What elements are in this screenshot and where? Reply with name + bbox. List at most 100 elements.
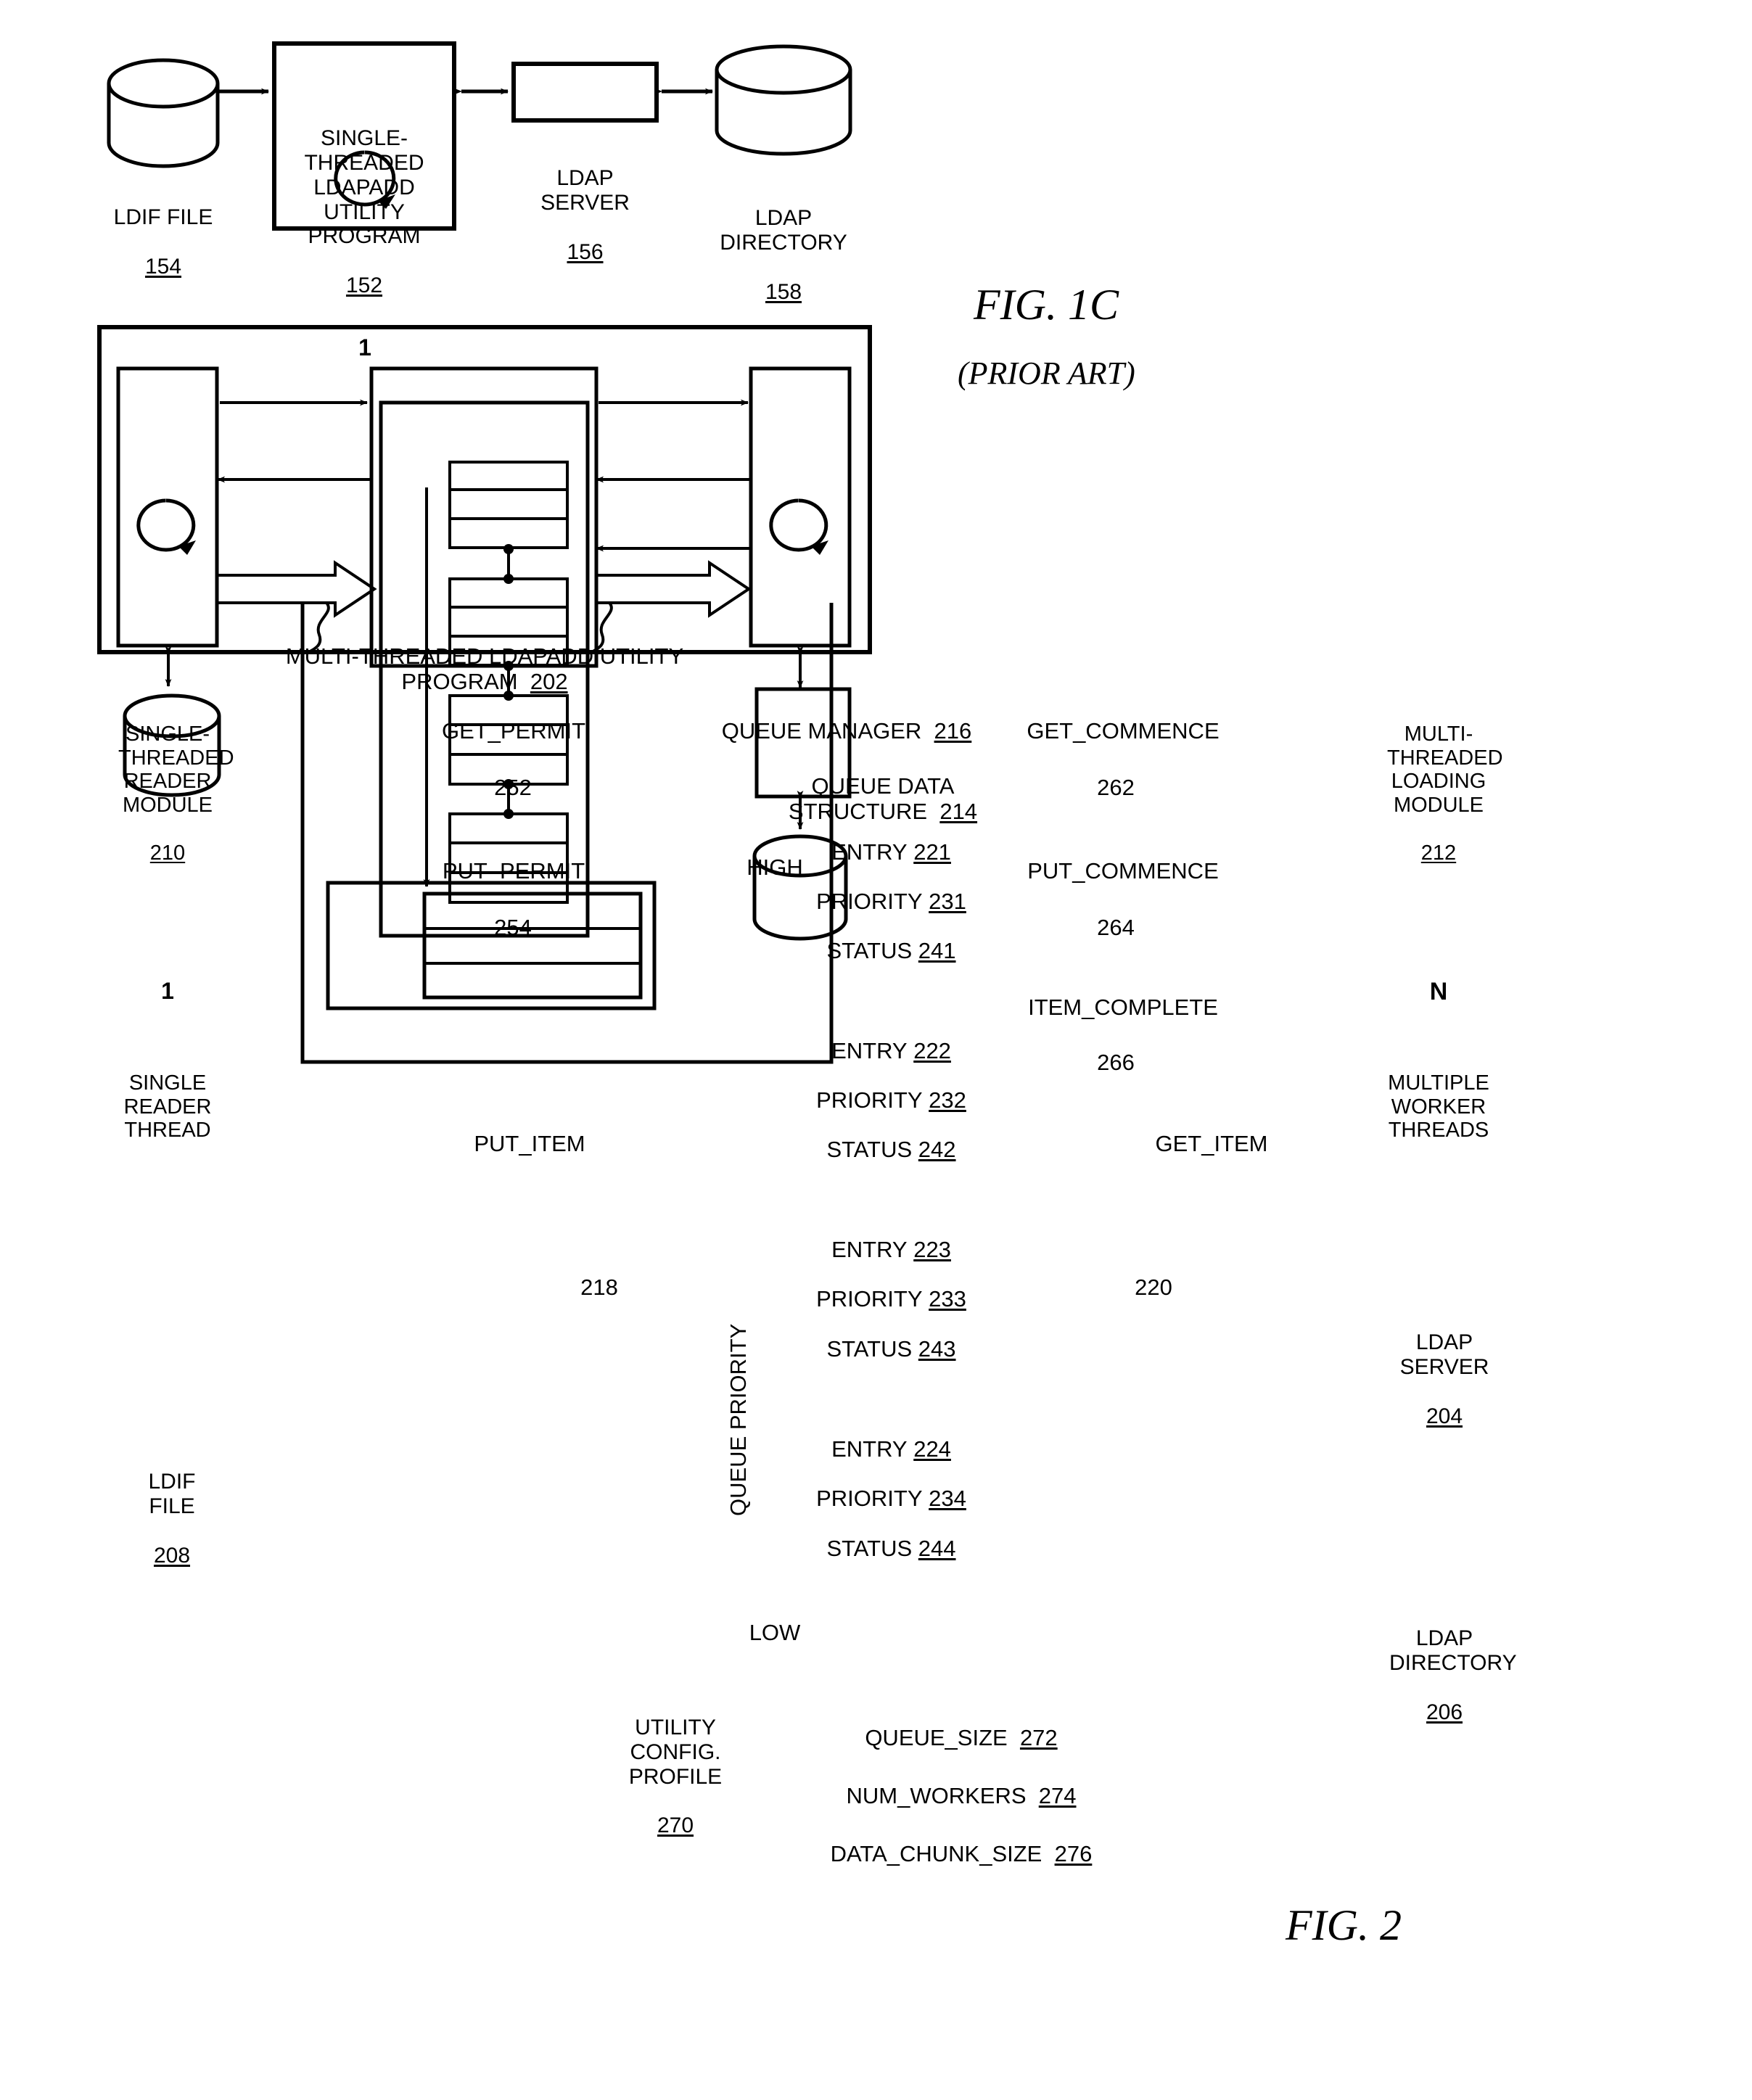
entry-ref: 223 bbox=[913, 1237, 951, 1263]
ldap-server-ref: 204 bbox=[1426, 1404, 1463, 1428]
fig2-signal-get-item-ref: 220 bbox=[1110, 1249, 1197, 1300]
fig2-config-param-queue-size: QUEUE_SIZE 272 bbox=[765, 1700, 1157, 1750]
ldap-directory-ref: 206 bbox=[1426, 1700, 1463, 1724]
fig1c-ldap-server-label: LDAP SERVER 156 bbox=[514, 141, 657, 264]
fig2-queue-entry-4-status: STATUS 244 bbox=[788, 1510, 995, 1561]
item-complete-ref-text: 266 bbox=[1097, 1050, 1135, 1076]
priority-low-text: LOW bbox=[749, 1620, 801, 1646]
entry-label: ENTRY bbox=[831, 1038, 908, 1064]
put-permit-ref-text: 254 bbox=[494, 915, 532, 941]
fig2-caption-text: FIG. 2 bbox=[1286, 1901, 1402, 1949]
fig2-worker-thread-label: MULTIPLE WORKER THREADS bbox=[1387, 1047, 1490, 1142]
fig2-signal-put-item: PUT_ITEM bbox=[421, 1105, 638, 1156]
status-label: STATUS bbox=[826, 1536, 913, 1562]
fig2-signal-item-complete-ref: 266 bbox=[1050, 1024, 1181, 1075]
fig1c-ldif-file-label: LDIF FILE 154 bbox=[109, 181, 218, 279]
queue-manager-text: QUEUE MANAGER bbox=[721, 718, 922, 744]
fig2-ldap-directory-label: LDAP DIRECTORY 206 bbox=[1389, 1602, 1517, 1724]
fig1c-thread-count: 1 bbox=[336, 308, 394, 361]
status-ref: 242 bbox=[918, 1137, 956, 1163]
fig2-queue-entry-3-priority: PRIORITY 233 bbox=[788, 1261, 995, 1312]
fig2-priority-low-label: LOW bbox=[730, 1594, 820, 1645]
status-ref: 243 bbox=[918, 1336, 956, 1362]
fig2-program-title: MULTI-THREADED LDAPADD UTILITY PROGRAM 2… bbox=[244, 618, 725, 694]
fig2-reader-module-label: SINGLE- THREADED READER MODULE 210 bbox=[118, 699, 234, 865]
num-workers-text: NUM_WORKERS bbox=[846, 1783, 1027, 1809]
ldap-server-text: LDAP SERVER bbox=[540, 165, 630, 215]
fig2-config-param-data-chunk-size: DATA_CHUNK_SIZE 276 bbox=[765, 1816, 1157, 1866]
ldap-server-text: LDAP SERVER bbox=[1399, 1330, 1489, 1379]
fig2-queue-data-structure-label: QUEUE DATA STRUCTURE 214 bbox=[720, 748, 1046, 824]
ldap-server-ref: 156 bbox=[567, 239, 604, 264]
status-label: STATUS bbox=[826, 1137, 913, 1163]
worker-thread-count-text: N bbox=[1429, 978, 1448, 1006]
fig1c-ldap-directory-cylinder bbox=[715, 44, 852, 156]
fig2-queue-entry-4-entry: ENTRY 224 bbox=[788, 1411, 995, 1462]
fig1c-subcaption: (PRIOR ART) bbox=[958, 355, 1135, 392]
fig2-caption: FIG. 2 bbox=[1286, 1901, 1402, 1951]
queue-size-text: QUEUE_SIZE bbox=[865, 1725, 1008, 1751]
reader-module-ref: 210 bbox=[149, 841, 186, 865]
fig2-queue-entry-1-status: STATUS 241 bbox=[788, 913, 995, 963]
status-label: STATUS bbox=[826, 938, 913, 964]
entry-label: ENTRY bbox=[831, 1436, 908, 1462]
get-permit-text: GET_PERMIT bbox=[441, 718, 586, 744]
fig2-signal-get-commence-ref: 262 bbox=[1050, 749, 1181, 800]
fig1c-ldap-directory-label: LDAP DIRECTORY 158 bbox=[717, 181, 850, 304]
fig2-queue-manager-label: QUEUE MANAGER 216 bbox=[698, 693, 995, 744]
entry-ref: 224 bbox=[913, 1436, 951, 1462]
fig1c-caption: FIG. 1C bbox=[974, 280, 1119, 330]
entry-ref: 221 bbox=[913, 839, 951, 865]
fig2-queue-entry-2-priority: PRIORITY 232 bbox=[788, 1062, 995, 1113]
fig2-queue-entry-4-priority: PRIORITY 234 bbox=[788, 1460, 995, 1511]
fig2-signal-put-item-ref: 218 bbox=[556, 1249, 643, 1300]
fig2-queue-entry-3-entry: ENTRY 223 bbox=[788, 1211, 995, 1262]
fig2-signal-get-item: GET_ITEM bbox=[1103, 1105, 1320, 1156]
priority-axis-text: QUEUE PRIORITY bbox=[725, 1323, 751, 1516]
ldap-directory-ref: 158 bbox=[765, 279, 802, 304]
fig2-signal-get-permit: GET_PERMIT bbox=[408, 693, 619, 744]
priority-ref: 234 bbox=[929, 1486, 966, 1512]
fig2-title-ref: 202 bbox=[530, 669, 568, 695]
data-chunk-size-ref: 276 bbox=[1054, 1841, 1093, 1867]
ldap-directory-text: LDAP DIRECTORY bbox=[1389, 1626, 1517, 1675]
priority-label: PRIORITY bbox=[816, 1286, 923, 1312]
fig1c-ldif-file-cylinder bbox=[107, 58, 220, 168]
priority-label: PRIORITY bbox=[816, 889, 923, 915]
utility-program-ref: 152 bbox=[345, 273, 383, 298]
fig2-queue-entry-1-priority: PRIORITY 231 bbox=[788, 863, 995, 914]
priority-ref: 231 bbox=[929, 889, 966, 915]
fig2-reader-thread-count: 1 bbox=[139, 952, 197, 1004]
config-profile-ref: 270 bbox=[657, 1813, 694, 1838]
config-profile-text: UTILITY CONFIG. PROFILE bbox=[628, 1715, 723, 1789]
get-permit-ref-text: 252 bbox=[494, 775, 532, 801]
fig2-worker-thread-loop bbox=[769, 498, 828, 555]
get-commence-ref-text: 262 bbox=[1097, 775, 1135, 801]
reader-thread-count-text: 1 bbox=[161, 978, 174, 1005]
queue-manager-ref: 216 bbox=[934, 718, 972, 744]
fig1c-subcaption-text: (PRIOR ART) bbox=[958, 355, 1135, 391]
fig2-queue-entry-3-status: STATUS 243 bbox=[788, 1311, 995, 1362]
data-chunk-size-text: DATA_CHUNK_SIZE bbox=[830, 1841, 1042, 1867]
fig2-signal-put-permit: PUT_PERMIT bbox=[408, 833, 619, 884]
fig1c-utility-program-label: SINGLE-THREADED LDAPADD UTILITY PROGRAM … bbox=[274, 102, 454, 298]
ldif-file-text: LDIF FILE bbox=[113, 205, 213, 229]
worker-thread-text: MULTIPLE WORKER THREADS bbox=[1388, 1071, 1489, 1142]
get-item-ref-text: 220 bbox=[1135, 1275, 1172, 1301]
entry-label: ENTRY bbox=[831, 1237, 908, 1263]
loading-module-text: MULTI- THREADED LOADING MODULE bbox=[1387, 722, 1503, 818]
entry-ref: 222 bbox=[913, 1038, 951, 1064]
num-workers-ref: 274 bbox=[1038, 1783, 1077, 1809]
loading-module-ref: 212 bbox=[1420, 841, 1457, 865]
ldap-directory-text: LDAP DIRECTORY bbox=[720, 205, 847, 255]
put-item-ref-text: 218 bbox=[580, 1275, 618, 1301]
fig1c-caption-text: FIG. 1C bbox=[974, 281, 1119, 329]
entry-label: ENTRY bbox=[831, 839, 908, 865]
queue-size-ref: 272 bbox=[1019, 1725, 1058, 1751]
reader-module-text: SINGLE- THREADED READER MODULE bbox=[118, 722, 234, 818]
put-item-text: PUT_ITEM bbox=[474, 1131, 585, 1157]
fig2-priority-axis-label: QUEUE PRIORITY bbox=[725, 1324, 752, 1516]
priority-ref: 232 bbox=[929, 1087, 966, 1113]
fig2-config-param-num-workers: NUM_WORKERS 274 bbox=[765, 1758, 1157, 1808]
fig2-signal-put-commence-ref: 264 bbox=[1050, 889, 1181, 940]
